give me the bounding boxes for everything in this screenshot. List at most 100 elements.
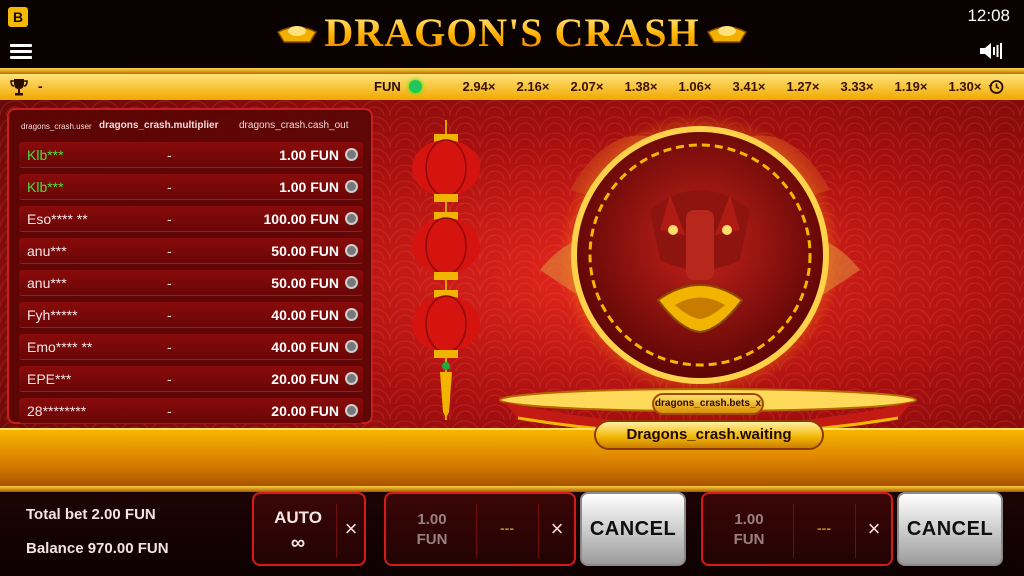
- cancel-button[interactable]: CANCEL: [897, 492, 1003, 566]
- close-icon[interactable]: ×: [861, 516, 887, 542]
- history-multiplier: 1.06×: [678, 79, 712, 94]
- gold-ingot-icon: [706, 26, 747, 43]
- table-row: Klb*** - 1.00 FUN: [19, 142, 363, 168]
- history-multiplier: 2.07×: [570, 79, 604, 94]
- row-user: Klb***: [27, 147, 64, 163]
- game-logo: DRAGON'S CRASH: [277, 8, 747, 56]
- bet-amount[interactable]: 1.00 FUN: [394, 510, 470, 550]
- row-user: Eso**** **: [27, 211, 88, 227]
- history-multiplier: 1.27×: [786, 79, 820, 94]
- coin-icon: [345, 308, 358, 321]
- bet-panel-2: 1.00 FUN --- ×: [701, 492, 893, 566]
- bet-amount[interactable]: 1.00 FUN: [711, 510, 787, 550]
- table-row: anu*** - 50.00 FUN: [19, 238, 363, 264]
- row-multiplier: -: [167, 211, 172, 227]
- divider: [336, 504, 337, 558]
- row-user: anu***: [27, 275, 67, 291]
- top-bar: B DRAGON'S CRASH 12:08: [0, 0, 1024, 68]
- dragon-emblem-icon: [540, 113, 860, 397]
- divider: [793, 504, 794, 558]
- brand-badge: B: [8, 7, 28, 27]
- game-scene: dragons_crash.bets_x Dragons_crash.waiti…: [0, 100, 1024, 492]
- row-cash-out: 100.00 FUN: [263, 211, 339, 227]
- multiplier-history: 2.94× 2.16× 2.07× 1.38× 1.06× 3.41× 1.27…: [452, 79, 992, 94]
- table-row: Fyh***** - 40.00 FUN: [19, 302, 363, 328]
- game-title: DRAGON'S CRASH: [324, 9, 700, 55]
- row-cash-out: 50.00 FUN: [271, 275, 339, 291]
- table-row: Eso**** ** - 100.00 FUN: [19, 206, 363, 232]
- bet-panel-1: 1.00 FUN --- ×: [384, 492, 576, 566]
- coin-icon: [345, 276, 358, 289]
- history-multiplier: 1.30×: [948, 79, 982, 94]
- row-user: Klb***: [27, 179, 64, 195]
- menu-icon[interactable]: [10, 44, 32, 60]
- column-header-cash-out: dragons_crash.cash_out: [239, 120, 349, 131]
- row-cash-out: 40.00 FUN: [271, 307, 339, 323]
- row-user: 28********: [27, 403, 87, 419]
- bet-amount-currency: FUN: [733, 531, 765, 548]
- history-multiplier: 3.33×: [840, 79, 874, 94]
- coin-icon: [345, 372, 358, 385]
- row-cash-out: 20.00 FUN: [271, 371, 339, 387]
- row-multiplier: -: [167, 243, 172, 259]
- row-cash-out: 40.00 FUN: [271, 339, 339, 355]
- coin-icon: [345, 404, 358, 417]
- auto-cashout-input[interactable]: ---: [478, 520, 536, 536]
- row-multiplier: -: [167, 307, 172, 323]
- trophy-value: -: [38, 78, 43, 94]
- divider: [855, 504, 856, 558]
- table-header: dragons_crash.user dragons_crash.multipl…: [9, 120, 371, 134]
- infinity-icon[interactable]: ∞: [262, 532, 334, 555]
- row-multiplier: -: [167, 275, 172, 291]
- row-user: EPE***: [27, 371, 72, 387]
- row-user: Emo**** **: [27, 339, 93, 355]
- history-multiplier: 1.19×: [894, 79, 928, 94]
- column-header-multiplier: dragons_crash.multiplier: [99, 120, 219, 131]
- multiplier-history-bar: - FUN 2.94× 2.16× 2.07× 1.38× 1.06× 3.41…: [0, 74, 1024, 100]
- balance: Balance 970.00 FUN: [26, 540, 169, 557]
- table-row: EPE*** - 20.00 FUN: [19, 366, 363, 392]
- trophy-icon[interactable]: [10, 78, 28, 96]
- row-cash-out: 50.00 FUN: [271, 243, 339, 259]
- table-row: anu*** - 50.00 FUN: [19, 270, 363, 296]
- row-user: Fyh*****: [27, 307, 78, 323]
- column-header-user: dragons_crash.user: [21, 122, 92, 131]
- row-user: anu***: [27, 243, 67, 259]
- table-row: Emo**** ** - 40.00 FUN: [19, 334, 363, 360]
- clock: 12:08: [967, 6, 1010, 25]
- stage-floor: [0, 430, 1024, 492]
- coin-icon: [345, 148, 358, 161]
- row-multiplier: -: [167, 147, 172, 163]
- coin-icon: [345, 244, 358, 257]
- history-multiplier: 3.41×: [732, 79, 766, 94]
- currency-label: FUN: [374, 79, 401, 94]
- table-row: Klb*** - 1.00 FUN: [19, 174, 363, 200]
- auto-cashout-input[interactable]: ---: [795, 520, 853, 536]
- round-status: Dragons_crash.waiting: [594, 420, 824, 450]
- total-bet: Total bet 2.00 FUN: [26, 506, 156, 523]
- coin-icon: [345, 180, 358, 193]
- coin-icon: [345, 212, 358, 225]
- auto-play-panel: AUTO ∞ ×: [252, 492, 366, 566]
- auto-play-button[interactable]: AUTO: [262, 508, 334, 528]
- bets-multiplier-label: dragons_crash.bets_x: [652, 393, 764, 415]
- row-cash-out: 1.00 FUN: [279, 179, 339, 195]
- bet-controls-bar: Total bet 2.00 FUN Balance 970.00 FUN AU…: [0, 492, 1024, 576]
- close-icon[interactable]: ×: [544, 516, 570, 542]
- row-multiplier: -: [167, 339, 172, 355]
- sound-icon[interactable]: [978, 42, 1002, 60]
- status-dot: [409, 80, 422, 93]
- history-multiplier: 1.38×: [624, 79, 658, 94]
- history-icon[interactable]: [988, 79, 1004, 95]
- live-bets-table: dragons_crash.user dragons_crash.multipl…: [7, 108, 373, 424]
- bet-amount-value: 1.00: [417, 511, 447, 528]
- divider: [476, 504, 477, 558]
- close-icon[interactable]: ×: [338, 516, 364, 542]
- row-cash-out: 20.00 FUN: [271, 403, 339, 419]
- lanterns-icon: [412, 120, 480, 420]
- cancel-button[interactable]: CANCEL: [580, 492, 686, 566]
- row-multiplier: -: [167, 371, 172, 387]
- bet-amount-currency: FUN: [416, 531, 448, 548]
- row-multiplier: -: [167, 179, 172, 195]
- table-row: 28******** - 20.00 FUN: [19, 398, 363, 424]
